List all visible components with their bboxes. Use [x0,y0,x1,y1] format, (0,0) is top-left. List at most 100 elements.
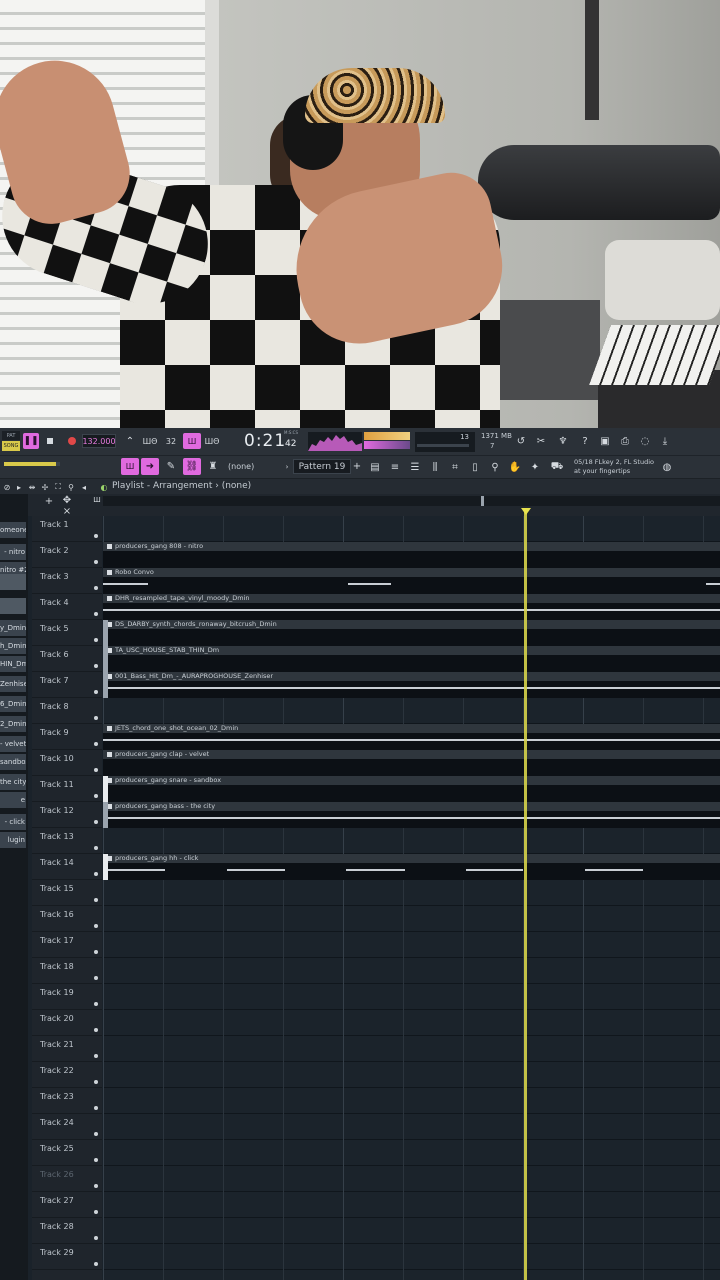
picker-item[interactable]: e [0,792,26,808]
playhead[interactable] [524,508,527,1280]
audio-clip[interactable]: producers_gang clap - velvet [103,750,720,776]
picker-item[interactable]: - velvet [0,736,26,752]
picker-item[interactable] [0,574,26,590]
track-header[interactable]: Track 20 [32,1010,102,1036]
audio-clip[interactable]: DHR_resampled_tape_vinyl_moody_Dmin [103,594,720,620]
download-button[interactable]: ⤓ [658,433,672,449]
track-mute-indicator[interactable] [94,976,98,980]
track-header[interactable]: Track 22 [32,1062,102,1088]
track-mute-indicator[interactable] [94,534,98,538]
pattern-selector[interactable]: Pattern 19 [293,459,351,474]
track-mute-indicator[interactable] [94,768,98,772]
channel-rack-button[interactable]: ☰ [407,459,423,475]
audio-input-button[interactable]: ♆ [556,433,570,449]
track-mute-indicator[interactable] [94,742,98,746]
audio-clip[interactable]: producers_gang bass - the city [103,802,720,828]
track-header[interactable]: Track 13 [32,828,102,854]
audio-clip[interactable]: Robo Convo [103,568,720,594]
track-header[interactable]: Track 2 [32,542,102,568]
picker-item[interactable]: the city [0,774,26,790]
marquee-tool-button[interactable]: ⛶ [53,480,63,494]
marketplace-button[interactable]: ⛟ [549,459,565,475]
touch-controller-button[interactable]: ✦ [527,459,543,475]
picker-item[interactable]: h_Dmin [0,638,26,654]
picker-item[interactable]: Zenhiser [0,676,26,692]
picker-item[interactable]: - nitro [0,544,26,560]
pattern-none-label[interactable]: (none) [228,462,254,471]
song-time[interactable]: 0:21 [244,431,286,451]
view-toggle[interactable]: Ш [92,495,102,505]
track-header[interactable]: Track 9 [32,724,102,750]
track-header[interactable]: Track 29 [32,1244,102,1270]
help-button[interactable]: ? [578,433,592,449]
track-header[interactable]: Track 17 [32,932,102,958]
track-header[interactable]: Track 15 [32,880,102,906]
playlist-icon-button[interactable]: ◐ [99,480,109,494]
track-mute-indicator[interactable] [94,716,98,720]
snap-small-button[interactable]: ✥ [60,495,74,506]
track-header[interactable]: Track 4 [32,594,102,620]
mixer-button[interactable]: ⫼ [427,459,443,475]
track-header[interactable]: Track 25 [32,1140,102,1166]
globe-button[interactable]: ◍ [660,459,674,475]
track-mute-indicator[interactable] [94,794,98,798]
arrangement-grid[interactable]: producers_gang 808 - nitro Robo Convo DHR_… [103,516,720,1280]
track-header[interactable]: Track 23 [32,1088,102,1114]
track-header[interactable]: Track 8 [32,698,102,724]
audio-clip[interactable]: producers_gang hh - click [103,854,720,880]
loop-record-button[interactable]: Ш [183,433,201,449]
track-header[interactable]: Track 18 [32,958,102,984]
blend-notes-button[interactable]: ШΘ [203,433,221,449]
track-header[interactable]: Track 12 [32,802,102,828]
track-mute-indicator[interactable] [94,1262,98,1266]
track-mute-indicator[interactable] [94,1184,98,1188]
slip-tool-button[interactable]: ✢ [40,480,50,494]
track-mute-indicator[interactable] [94,1158,98,1162]
chat-button[interactable]: ◌ [638,433,652,449]
track-header[interactable]: Track 16 [32,906,102,932]
track-mute-indicator[interactable] [94,690,98,694]
plugin-database-button[interactable]: ▯ [467,459,483,475]
playback-tool-button[interactable]: ◂ [79,480,89,494]
track-header[interactable]: Track 1 [32,516,102,542]
track-mute-indicator[interactable] [94,638,98,642]
tempo-tapper-button[interactable]: ✋ [507,459,523,475]
add-track-button[interactable]: + [44,496,54,507]
record-button[interactable] [64,433,80,449]
track-header[interactable]: Track 26 [32,1166,102,1192]
plugin-picker-button[interactable]: ⚲ [487,459,503,475]
timeline-ruler[interactable] [103,496,720,506]
arrange-tool-button[interactable]: ⇹ [27,480,37,494]
track-header[interactable]: Track 5 [32,620,102,646]
track-mute-indicator[interactable] [94,846,98,850]
track-mute-indicator[interactable] [94,1210,98,1214]
browser-button[interactable]: ⌗ [447,459,463,475]
track-header[interactable]: Track 6 [32,646,102,672]
track-mute-indicator[interactable] [94,898,98,902]
track-mute-indicator[interactable] [94,612,98,616]
typing-keyboard-button[interactable]: ♜ [204,458,222,475]
save-button[interactable]: ▣ [598,433,612,449]
track-mute-indicator[interactable] [94,664,98,668]
audio-clip[interactable]: producers_gang 808 - nitro [103,542,720,568]
playlist-breadcrumb[interactable]: (none) [222,481,251,491]
zoom-tool-button[interactable]: ⚲ [66,480,76,494]
audio-clip[interactable]: DS_DARBY_synth_chords_ronaway_bitcrush_D… [103,620,720,646]
audio-clip[interactable]: TA_USC_HOUSE_STAB_THIN_Dm [103,646,720,672]
track-header[interactable]: Track 19 [32,984,102,1010]
piano-roll-view-button[interactable]: ≡ [387,459,403,475]
picker-item[interactable]: lugin [0,832,26,848]
track-mute-indicator[interactable] [94,820,98,824]
picker-item[interactable]: y_Dmin [0,620,26,636]
track-header[interactable]: Track 10 [32,750,102,776]
delete-button[interactable]: × [62,506,72,517]
select-tool-button[interactable]: ▸ [14,480,24,494]
step-button[interactable]: ➜ [141,458,159,475]
track-mute-indicator[interactable] [94,1080,98,1084]
track-header[interactable]: Track 28 [32,1218,102,1244]
snap-button[interactable]: Ш [121,458,139,475]
track-mute-indicator[interactable] [94,872,98,876]
picker-item[interactable]: 6_Dmin [0,696,26,712]
track-mute-indicator[interactable] [94,950,98,954]
track-mute-indicator[interactable] [94,1054,98,1058]
